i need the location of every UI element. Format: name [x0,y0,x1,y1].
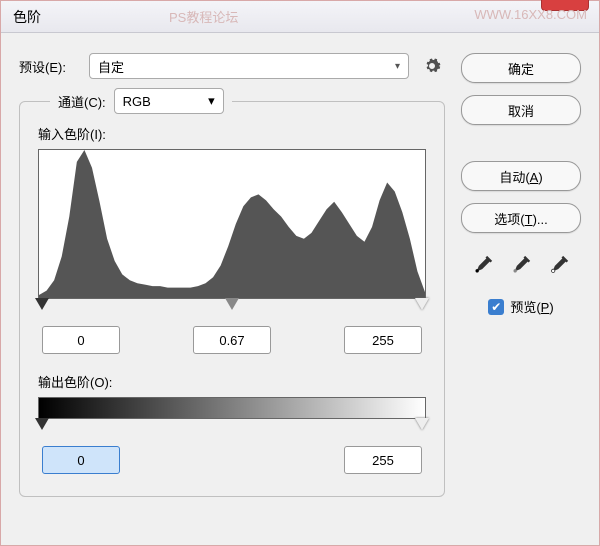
left-column: 预设(E): 自定 ▾ 通道(C): RGB ▾ [19,53,445,527]
chevron-down-icon: ▾ [208,93,215,109]
input-values-row: 0 0.67 255 [38,326,426,354]
histogram [38,149,426,299]
dialog-body: 预设(E): 自定 ▾ 通道(C): RGB ▾ [1,33,599,545]
output-black-slider[interactable] [35,418,49,430]
input-black-field[interactable]: 0 [42,326,120,354]
dialog-window: PS教程论坛 WWW.16XX8.COM 色阶 预设(E): 自定 ▾ [0,0,600,546]
right-column: 确定 取消 自动(A) 选项(T)... ✔ 预览(P) [461,53,581,527]
input-gamma-field[interactable]: 0.67 [193,326,271,354]
gear-icon [423,57,441,75]
output-white-slider[interactable] [415,418,429,430]
gray-point-eyedropper[interactable] [507,251,535,279]
watermark-left: PS教程论坛 [169,7,238,26]
input-slider-track [38,298,426,314]
input-black-slider[interactable] [35,298,49,310]
preview-row: ✔ 预览(P) [461,297,581,316]
levels-fieldset: 通道(C): RGB ▾ 输入色阶(I): [19,101,445,497]
title-text: 色阶 [13,7,41,27]
output-white-field[interactable]: 255 [344,446,422,474]
output-gradient [38,397,426,419]
channel-value: RGB [123,94,151,109]
white-point-eyedropper[interactable] [545,251,573,279]
channel-select[interactable]: RGB ▾ [114,88,224,114]
preview-label: 预览(P) [510,297,553,316]
preset-value: 自定 [98,57,124,76]
watermark-right: WWW.16XX8.COM [474,7,587,22]
channel-label: 通道(C): [58,92,106,111]
output-values-row: 0 255 [38,446,426,474]
cancel-button[interactable]: 取消 [461,95,581,125]
preset-select[interactable]: 自定 ▾ [89,53,409,79]
output-black-field[interactable]: 0 [42,446,120,474]
channel-row: 通道(C): RGB ▾ [50,88,232,114]
eyedropper-icon [473,255,493,275]
input-levels-label: 输入色阶(I): [38,124,426,143]
black-point-eyedropper[interactable] [469,251,497,279]
ok-button[interactable]: 确定 [461,53,581,83]
input-gamma-slider[interactable] [225,298,239,310]
eyedropper-icon [511,255,531,275]
output-levels-label: 输出色阶(O): [38,372,426,391]
eyedropper-row [461,251,581,279]
input-white-slider[interactable] [415,298,429,310]
input-white-field[interactable]: 255 [344,326,422,354]
options-button[interactable]: 选项(T)... [461,203,581,233]
preview-checkbox[interactable]: ✔ [488,299,504,315]
histogram-plot [39,150,425,298]
eyedropper-icon [549,255,569,275]
output-slider-track [38,418,426,434]
preset-label: 预设(E): [19,57,79,76]
chevron-down-icon: ▾ [395,61,400,72]
preset-row: 预设(E): 自定 ▾ [19,53,445,79]
auto-button[interactable]: 自动(A) [461,161,581,191]
preset-menu-button[interactable] [419,53,445,79]
